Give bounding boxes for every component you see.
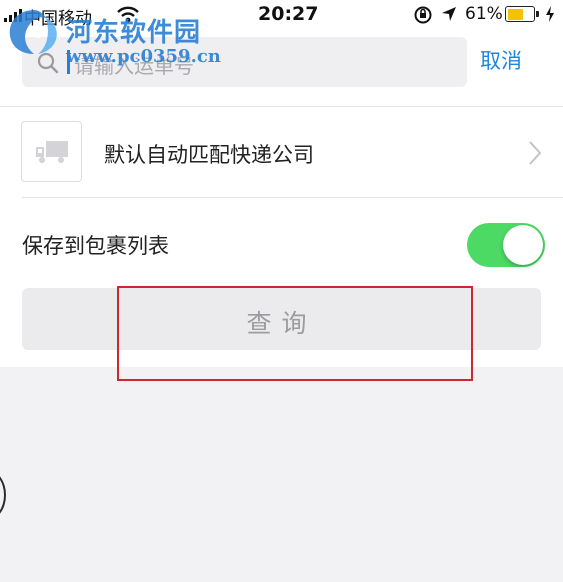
annotation-highlight-box (117, 286, 473, 381)
toggle-knob (503, 225, 543, 265)
watermark-url: www.pc0359.cn (66, 46, 221, 67)
courier-company-label: 默认自动匹配快递公司 (104, 143, 314, 167)
edge-curve-decoration (0, 470, 6, 520)
divider (0, 106, 563, 107)
save-to-parcel-list-label: 保存到包裹列表 (22, 234, 169, 258)
save-to-parcel-list-toggle[interactable] (467, 223, 545, 267)
location-arrow-icon (442, 7, 456, 21)
courier-company-row[interactable]: 默认自动匹配快递公司 (0, 110, 563, 198)
screen: 中国移动 20:27 61% 请输入运单号 取消 默认自动匹配快递公司 保存到包… (0, 0, 563, 582)
chevron-right-icon (529, 141, 542, 165)
watermark-title: 河东软件园 (66, 18, 202, 48)
cancel-button[interactable]: 取消 (480, 45, 522, 75)
truck-icon (36, 141, 68, 163)
courier-logo-box (21, 121, 82, 182)
clock-time: 20:27 (258, 3, 319, 25)
rotation-lock-icon (414, 6, 432, 24)
battery-icon (505, 6, 539, 22)
save-to-parcel-list-row: 保存到包裹列表 (0, 198, 563, 286)
watermark-logo-icon (9, 10, 57, 54)
battery-percent: 61% (465, 4, 503, 24)
charging-bolt-icon (546, 6, 554, 22)
